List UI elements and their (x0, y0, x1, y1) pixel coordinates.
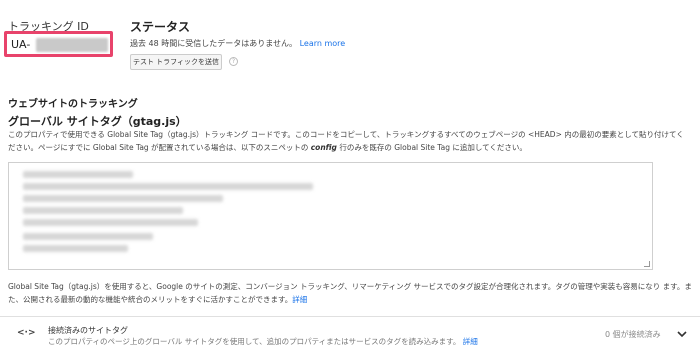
tracking-id-prefix: UA- (11, 38, 31, 51)
gtag-desc-1: このプロパティで使用できる Global Site Tag（gtag.js）トラ… (8, 130, 684, 139)
gtag-code-textarea[interactable] (8, 162, 653, 270)
learn-more-link[interactable]: Learn more (300, 39, 346, 48)
gtag-description: このプロパティで使用できる Global Site Tag（gtag.js）トラ… (8, 128, 694, 154)
gtag-note-text: Global Site Tag（gtag.js）を使用すると、Google のサ… (8, 282, 692, 304)
connected-tags-subtitle-row: このプロパティのページ上のグローバル サイトタグを使用して、追加のプロパティまた… (48, 336, 478, 347)
tracking-id-value: UA- (4, 31, 113, 57)
connected-site-tags-row[interactable]: <·> 接続済みのサイトタグ このプロパティのページ上のグローバル サイトタグを… (0, 316, 700, 352)
gtag-note: Global Site Tag（gtag.js）を使用すると、Google のサ… (8, 280, 694, 306)
code-icon: <·> (17, 328, 36, 338)
blurred-code-line (23, 183, 313, 190)
website-tracking-title: ウェブサイトのトラッキング (8, 99, 138, 110)
status-title: ステータス (130, 20, 191, 34)
status-message: 過去 48 時間に受信したデータはありません。 (130, 39, 298, 48)
connected-tags-count: 0 個が接続済み (605, 330, 661, 339)
help-icon[interactable]: ? (229, 57, 238, 66)
blurred-code-line (23, 207, 183, 214)
gtag-desc-3: 行のみを既存の Global Site Tag に追加してください。 (336, 143, 527, 152)
tracking-id-redacted (36, 38, 108, 52)
send-test-traffic-button[interactable]: テスト トラフィックを送信 (130, 54, 222, 70)
connected-tags-subtitle: このプロパティのページ上のグローバル サイトタグを使用して、追加のプロパティまた… (48, 337, 461, 346)
chevron-down-icon[interactable] (676, 325, 688, 338)
status-message-row: 過去 48 時間に受信したデータはありません。 Learn more (130, 38, 345, 49)
blurred-code-line (23, 219, 198, 226)
blurred-code-line (23, 195, 223, 202)
blurred-code-line (23, 245, 128, 252)
resize-handle[interactable] (644, 261, 650, 267)
connected-tags-title: 接続済みのサイトタグ (48, 326, 128, 335)
gtag-title: グローバル サイトタグ（gtag.js） (8, 115, 187, 128)
gtag-detail-link[interactable]: 詳細 (292, 295, 307, 304)
gtag-desc-config: config (310, 143, 337, 152)
blurred-code-line (23, 171, 133, 178)
blurred-code-line (23, 233, 153, 240)
gtag-desc-2: ださい。ページにすでに Global Site Tag が配置されている場合は、… (8, 143, 311, 152)
connected-tags-detail-link[interactable]: 詳細 (463, 337, 478, 346)
